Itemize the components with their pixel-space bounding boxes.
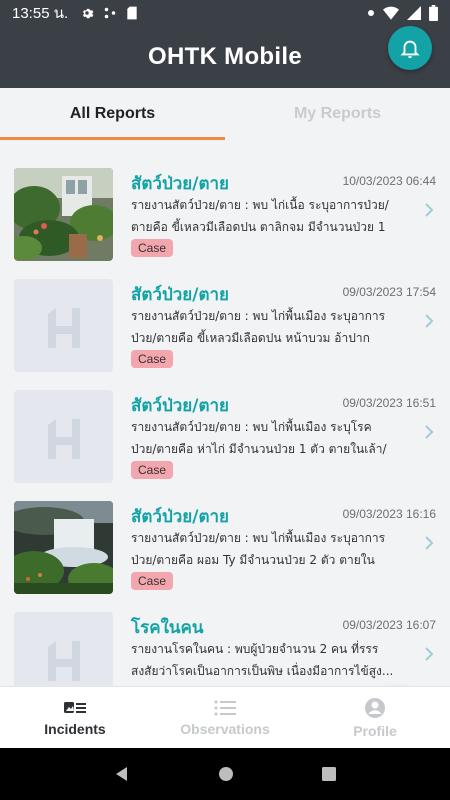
report-list: สัตว์ป่วย/ตาย 10/03/2023 06:44 รายงานสัต… [0, 158, 450, 686]
report-item[interactable]: สัตว์ป่วย/ตาย 09/03/2023 16:51 รายงานสัต… [0, 380, 450, 491]
nav-profile-label: Profile [353, 722, 397, 739]
report-time: 09/03/2023 17:54 [342, 285, 436, 299]
placeholder-logo-icon [47, 307, 80, 348]
report-item[interactable]: สัตว์ป่วย/ตาย 09/03/2023 16:16 รายงานสัต… [0, 491, 450, 602]
incidents-icon [64, 701, 86, 713]
case-badge: Case [131, 461, 174, 479]
report-time: 09/03/2023 16:07 [342, 618, 436, 632]
case-badge: Case [131, 239, 174, 257]
list-icon [214, 700, 236, 715]
garden-photo [14, 168, 113, 261]
case-badge: Case [131, 572, 174, 590]
chevron-right-icon [425, 536, 434, 550]
report-item[interactable]: โรคในคน 09/03/2023 16:07 รายงานโรคในคน :… [0, 602, 450, 686]
status-bar: 13:55 น. [0, 0, 450, 26]
nav-observations-label: Observations [180, 720, 270, 737]
report-description: รายงานสัตว์ป่วย/ตาย : พบ ไก่เนื้อ ระบุอา… [131, 198, 389, 234]
placeholder-logo-icon [47, 640, 80, 681]
waterfall-photo [14, 501, 113, 594]
recents-icon[interactable] [321, 766, 337, 782]
nav-profile[interactable]: Profile [300, 687, 450, 748]
report-title: สัตว์ป่วย/ตาย [131, 396, 230, 416]
report-thumbnail [14, 279, 113, 372]
app-title: OHTK Mobile [148, 43, 302, 70]
nav-observations[interactable]: Observations [150, 687, 300, 748]
notifications-button[interactable] [388, 26, 432, 70]
main-content: All Reports My Reports สัตว์ป่วย/ตาย 10/… [0, 88, 450, 686]
report-thumbnail [14, 168, 113, 261]
report-time: 09/03/2023 16:16 [342, 507, 436, 521]
tab-all-reports[interactable]: All Reports [0, 88, 225, 140]
report-description: รายงานสัตว์ป่วย/ตาย : พบ ไก่พื้นเมือง ระ… [131, 309, 386, 345]
gear-icon [83, 8, 94, 19]
report-title: โรคในคน [131, 618, 204, 638]
report-title: สัตว์ป่วย/ตาย [131, 285, 230, 305]
report-title: สัตว์ป่วย/ตาย [131, 174, 230, 194]
placeholder-logo-icon [47, 418, 80, 459]
battery-icon [429, 5, 438, 21]
wifi-icon [383, 6, 399, 20]
home-icon[interactable] [217, 765, 235, 783]
report-thumbnail [14, 501, 113, 594]
chevron-right-icon [425, 647, 434, 661]
network-icon [104, 7, 116, 19]
profile-icon [365, 697, 385, 718]
bottom-nav: Incidents Observations Profile [0, 686, 450, 748]
app-header: OHTK Mobile [0, 26, 450, 88]
nav-incidents-label: Incidents [44, 720, 106, 737]
report-title: สัตว์ป่วย/ตาย [131, 507, 230, 527]
system-navigation-bar [0, 748, 450, 800]
nav-incidents[interactable]: Incidents [0, 687, 150, 748]
bell-icon [400, 40, 420, 59]
chevron-right-icon [425, 314, 434, 328]
active-tab-indicator [0, 137, 225, 140]
case-badge: Case [131, 350, 174, 368]
back-icon[interactable] [113, 765, 131, 783]
report-description: รายงานสัตว์ป่วย/ตาย : พบ ไก่พื้นเมือง ระ… [131, 420, 387, 456]
report-description: รายงานโรคในคน : พบผู้ป่วยจำนวน 2 คน ที่ร… [131, 642, 394, 678]
tab-all-reports-label: All Reports [69, 105, 156, 122]
report-item[interactable]: สัตว์ป่วย/ตาย 10/03/2023 06:44 รายงานสัต… [0, 158, 450, 269]
report-item[interactable]: สัตว์ป่วย/ตาย 09/03/2023 17:54 รายงานสัต… [0, 269, 450, 380]
report-thumbnail [14, 612, 113, 686]
tab-my-reports-label: My Reports [293, 105, 382, 122]
chevron-right-icon [425, 425, 434, 439]
signal-icon [407, 6, 421, 20]
report-thumbnail [14, 390, 113, 483]
sd-card-icon [127, 6, 137, 20]
tab-my-reports[interactable]: My Reports [225, 88, 450, 140]
chevron-right-icon [425, 203, 434, 217]
status-time: 13:55 น. [12, 5, 69, 22]
report-description: รายงานสัตว์ป่วย/ตาย : พบ ไก่พื้นเมือง ระ… [131, 531, 386, 567]
report-tabs: All Reports My Reports [0, 88, 450, 140]
report-time: 10/03/2023 06:44 [342, 174, 436, 188]
report-time: 09/03/2023 16:51 [342, 396, 436, 410]
network-dot-icon [368, 10, 374, 16]
